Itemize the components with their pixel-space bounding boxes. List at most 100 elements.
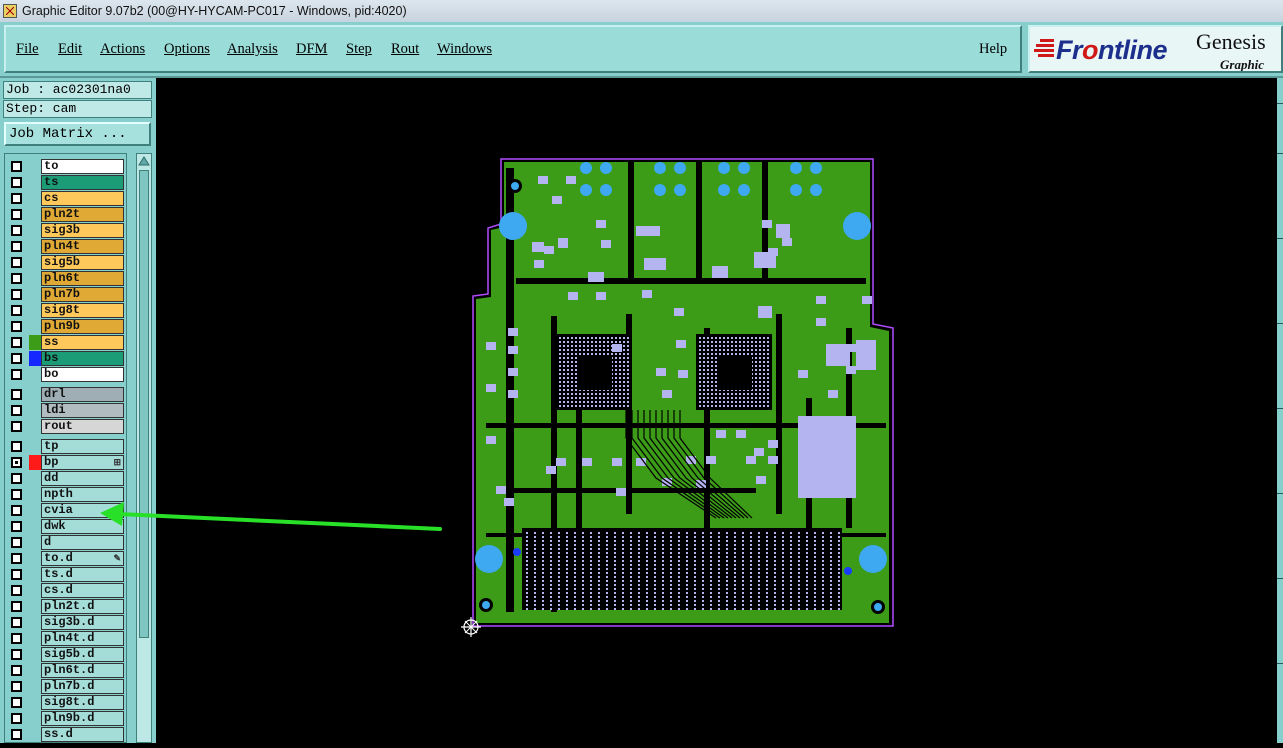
layer-row-ss[interactable]: ss — [7, 335, 125, 350]
layer-name[interactable]: cs.d — [41, 583, 124, 598]
layer-checkbox[interactable] — [11, 617, 22, 628]
layer-name[interactable]: pln7b.d — [41, 679, 124, 694]
layer-checkbox[interactable] — [11, 257, 22, 268]
layer-row-ldi[interactable]: ldi — [7, 403, 125, 418]
layer-name[interactable]: sig3b — [41, 223, 124, 238]
layer-row-pln4t[interactable]: pln4t — [7, 239, 125, 254]
layer-name[interactable]: pln7b — [41, 287, 124, 302]
layer-name[interactable]: to.d ✎ — [41, 551, 124, 566]
layer-row-ts[interactable]: ts — [7, 175, 125, 190]
menu-windows[interactable]: Windows — [437, 41, 492, 58]
layer-row-d[interactable]: d — [7, 535, 125, 550]
layer-name[interactable]: bo — [41, 367, 124, 382]
layer-checkbox[interactable] — [11, 389, 22, 400]
layer-row-pln7b[interactable]: pln7b — [7, 287, 125, 302]
layer-list-scrollbar[interactable] — [136, 153, 152, 743]
layer-row-bo[interactable]: bo — [7, 367, 125, 382]
layer-row-cs-d[interactable]: cs.d — [7, 583, 125, 598]
scroll-up-arrow-icon[interactable] — [138, 155, 150, 167]
layer-checkbox[interactable] — [11, 305, 22, 316]
layer-checkbox[interactable] — [11, 649, 22, 660]
layer-checkbox[interactable] — [11, 729, 22, 740]
layer-checkbox[interactable] — [11, 289, 22, 300]
layer-row-npth[interactable]: npth — [7, 487, 125, 502]
layer-name[interactable]: to — [41, 159, 124, 174]
layer-checkbox[interactable] — [11, 553, 22, 564]
layer-name[interactable]: rout — [41, 419, 124, 434]
layer-name[interactable]: pln9b — [41, 319, 124, 334]
layer-name[interactable]: sig5b.d — [41, 647, 124, 662]
layer-checkbox[interactable] — [11, 713, 22, 724]
layer-row-bs[interactable]: bs — [7, 351, 125, 366]
layer-row-sig8t[interactable]: sig8t — [7, 303, 125, 318]
menu-help[interactable]: Help — [979, 41, 1007, 58]
layer-name[interactable]: npth — [41, 487, 124, 502]
menu-analysis[interactable]: Analysis — [227, 41, 278, 58]
layer-name[interactable]: pln6t.d — [41, 663, 124, 678]
layer-name[interactable]: ts.d — [41, 567, 124, 582]
layer-name[interactable]: ldi — [41, 403, 124, 418]
graphic-canvas[interactable] — [156, 78, 1277, 743]
layer-checkbox[interactable] — [11, 473, 22, 484]
menu-dfm[interactable]: DFM — [296, 41, 327, 58]
layer-name[interactable]: cs — [41, 191, 124, 206]
layer-name[interactable]: dwk — [41, 519, 124, 534]
layer-checkbox[interactable] — [11, 353, 22, 364]
layer-row-pln4t-d[interactable]: pln4t.d — [7, 631, 125, 646]
layer-row-tp[interactable]: tp — [7, 439, 125, 454]
layer-checkbox[interactable] — [11, 193, 22, 204]
layer-row-cvia[interactable]: cvia — [7, 503, 125, 518]
layer-checkbox[interactable] — [11, 273, 22, 284]
layer-row-sig5b-d[interactable]: sig5b.d — [7, 647, 125, 662]
layer-name[interactable]: pln6t — [41, 271, 124, 286]
layer-checkbox[interactable] — [11, 225, 22, 236]
layer-checkbox[interactable] — [11, 505, 22, 516]
menu-actions[interactable]: Actions — [100, 41, 145, 58]
job-matrix-button[interactable]: Job Matrix ... — [4, 122, 151, 146]
layer-checkbox[interactable] — [11, 441, 22, 452]
layer-checkbox[interactable] — [11, 665, 22, 676]
layer-name[interactable]: sig8t — [41, 303, 124, 318]
layer-checkbox[interactable] — [11, 241, 22, 252]
layer-checkbox[interactable] — [11, 161, 22, 172]
layer-row-pln2t-d[interactable]: pln2t.d — [7, 599, 125, 614]
layer-checkbox[interactable] — [11, 369, 22, 380]
layer-name[interactable]: d — [41, 535, 124, 550]
layer-row-sig3b-d[interactable]: sig3b.d — [7, 615, 125, 630]
layer-row-rout[interactable]: rout — [7, 419, 125, 434]
layer-row-to-d[interactable]: to.d ✎ — [7, 551, 125, 566]
layer-row-dwk[interactable]: dwk — [7, 519, 125, 534]
layer-checkbox[interactable] — [11, 337, 22, 348]
layer-row-pln2t[interactable]: pln2t — [7, 207, 125, 222]
layer-row-to[interactable]: to — [7, 159, 125, 174]
layer-checkbox[interactable] — [11, 521, 22, 532]
layer-row-cs[interactable]: cs — [7, 191, 125, 206]
layer-name[interactable]: ss — [41, 335, 124, 350]
layer-checkbox[interactable] — [11, 697, 22, 708]
layer-row-pln9b-d[interactable]: pln9b.d — [7, 711, 125, 726]
layer-name[interactable]: pln9b.d — [41, 711, 124, 726]
layer-row-sig5b[interactable]: sig5b — [7, 255, 125, 270]
menu-rout[interactable]: Rout — [391, 41, 419, 58]
layer-name[interactable]: pln4t — [41, 239, 124, 254]
layer-checkbox[interactable] — [11, 633, 22, 644]
layer-row-dd[interactable]: dd — [7, 471, 125, 486]
layer-row-pln6t-d[interactable]: pln6t.d — [7, 663, 125, 678]
layer-name[interactable]: ts — [41, 175, 124, 190]
layer-checkbox[interactable] — [11, 681, 22, 692]
layer-name[interactable]: cvia — [41, 503, 124, 518]
layer-name[interactable]: sig8t.d — [41, 695, 124, 710]
layer-checkbox[interactable] — [11, 457, 22, 468]
layer-name[interactable]: sig3b.d — [41, 615, 124, 630]
menu-file[interactable]: File — [16, 41, 39, 58]
scroll-thumb[interactable] — [139, 170, 149, 638]
layer-name[interactable]: sig5b — [41, 255, 124, 270]
layer-checkbox[interactable] — [11, 405, 22, 416]
layer-row-sig8t-d[interactable]: sig8t.d — [7, 695, 125, 710]
layer-name[interactable]: bs — [41, 351, 124, 366]
layer-row-pln9b[interactable]: pln9b — [7, 319, 125, 334]
layer-checkbox[interactable] — [11, 421, 22, 432]
layer-row-pln7b-d[interactable]: pln7b.d — [7, 679, 125, 694]
layer-name[interactable]: pln4t.d — [41, 631, 124, 646]
menu-step[interactable]: Step — [346, 41, 372, 58]
